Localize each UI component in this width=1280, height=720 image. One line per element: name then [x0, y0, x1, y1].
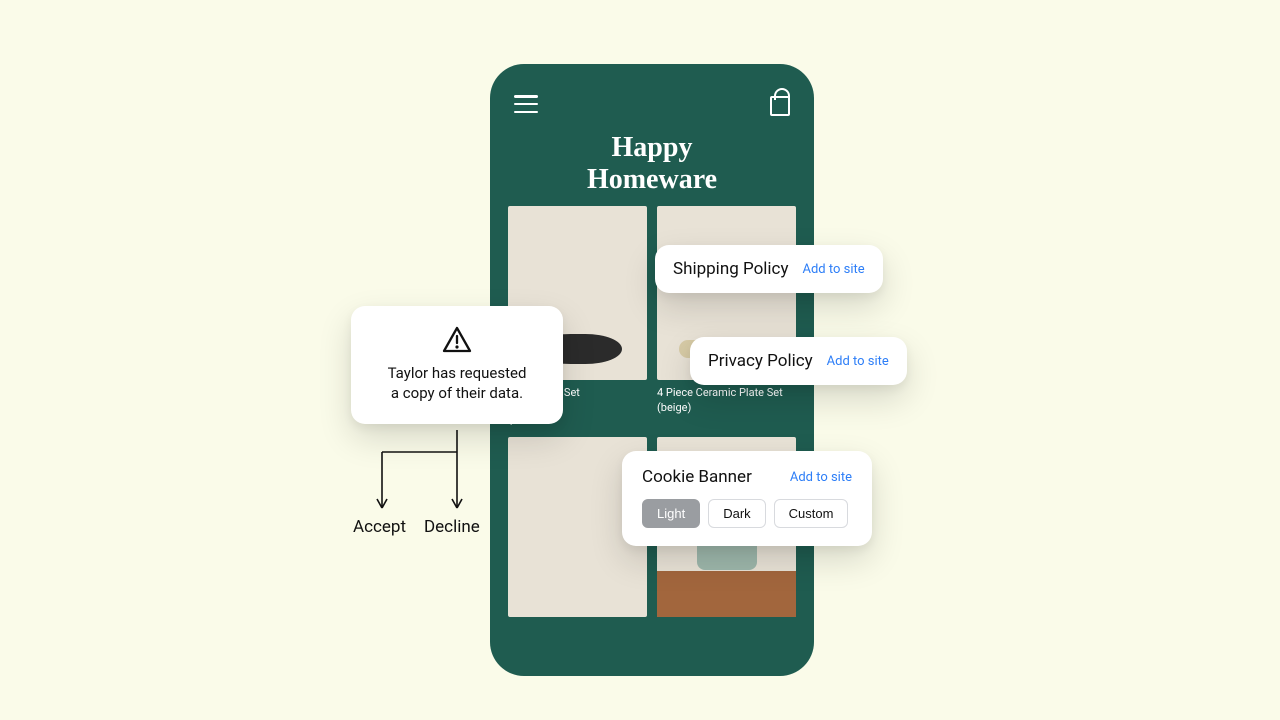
brand-line2: Homeware: [490, 164, 814, 196]
cookie-banner-card: Cookie Banner Add to site Light Dark Cus…: [622, 451, 872, 546]
cookie-theme-custom[interactable]: Custom: [774, 499, 849, 528]
hamburger-icon[interactable]: [514, 95, 538, 113]
shipping-add-link[interactable]: Add to site: [803, 262, 865, 277]
data-request-card: Taylor has requested a copy of their dat…: [351, 306, 563, 424]
product-name: 4 Piece Ceramic Plate Set (beige): [657, 386, 796, 416]
shipping-title: Shipping Policy: [673, 259, 789, 279]
decision-arrows: [372, 430, 492, 518]
notice-line2: a copy of their data.: [369, 383, 545, 403]
notice-line1: Taylor has requested: [369, 363, 545, 383]
warning-icon: [442, 326, 472, 353]
brand-line1: Happy: [490, 132, 814, 164]
shipping-policy-card: Shipping Policy Add to site: [655, 245, 883, 293]
cookie-theme-dark[interactable]: Dark: [708, 499, 765, 528]
cookie-add-link[interactable]: Add to site: [790, 470, 852, 485]
privacy-title: Privacy Policy: [708, 351, 813, 371]
shopping-bag-icon[interactable]: [770, 92, 790, 116]
decline-label[interactable]: Decline: [424, 517, 480, 537]
cookie-theme-segmented: Light Dark Custom: [642, 499, 852, 528]
cookie-theme-light[interactable]: Light: [642, 499, 700, 528]
accept-label[interactable]: Accept: [353, 517, 406, 537]
store-brand: Happy Homeware: [490, 132, 814, 196]
cookie-title: Cookie Banner: [642, 467, 752, 487]
privacy-add-link[interactable]: Add to site: [827, 354, 889, 369]
privacy-policy-card: Privacy Policy Add to site: [690, 337, 907, 385]
product-card[interactable]: 4 Piece Ceramic Plate Set (beige): [657, 206, 796, 427]
